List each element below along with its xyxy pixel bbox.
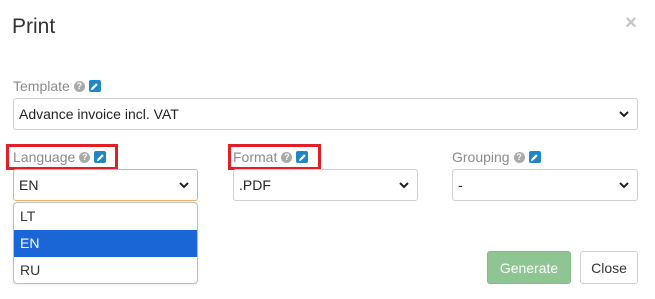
close-icon[interactable]: × xyxy=(623,13,639,33)
grouping-label-row: Grouping ? xyxy=(452,149,541,165)
language-option-lt[interactable]: LT xyxy=(14,203,197,230)
language-select-value: EN xyxy=(19,177,39,193)
language-select[interactable]: EN xyxy=(13,169,198,201)
grouping-select[interactable]: - xyxy=(452,169,638,201)
template-label: Template xyxy=(13,78,70,94)
generate-button[interactable]: Generate xyxy=(487,251,571,284)
pencil-icon[interactable] xyxy=(94,151,107,163)
chevron-down-icon xyxy=(619,182,629,189)
template-label-row: Template ? xyxy=(13,78,101,94)
grouping-select-value: - xyxy=(458,177,463,193)
template-select-value: Advance invoice incl. VAT xyxy=(19,106,179,122)
question-circle-icon[interactable]: ? xyxy=(79,151,91,163)
format-select[interactable]: .PDF xyxy=(233,169,418,201)
chevron-down-icon xyxy=(619,111,629,118)
language-label: Language xyxy=(13,149,76,165)
print-dialog: Print × Template ? Advance invoice incl.… xyxy=(0,0,655,299)
grouping-label: Grouping xyxy=(452,149,510,165)
language-option-en[interactable]: EN xyxy=(14,230,197,257)
dialog-title: Print xyxy=(12,15,56,38)
language-option-ru[interactable]: RU xyxy=(14,257,197,283)
pencil-icon[interactable] xyxy=(296,151,309,163)
language-dropdown: LT EN RU xyxy=(13,202,198,284)
pencil-icon[interactable] xyxy=(528,151,541,163)
chevron-down-icon xyxy=(179,182,189,189)
language-label-row: Language ? xyxy=(13,149,107,165)
format-label: Format xyxy=(233,149,278,165)
question-circle-icon[interactable]: ? xyxy=(281,151,293,163)
format-select-value: .PDF xyxy=(239,177,271,193)
question-circle-icon[interactable]: ? xyxy=(513,151,525,163)
pencil-icon[interactable] xyxy=(88,80,101,92)
template-select[interactable]: Advance invoice incl. VAT xyxy=(13,98,638,130)
format-label-row: Format ? xyxy=(233,149,309,165)
question-circle-icon[interactable]: ? xyxy=(73,80,85,92)
chevron-down-icon xyxy=(399,182,409,189)
close-button[interactable]: Close xyxy=(580,251,638,284)
